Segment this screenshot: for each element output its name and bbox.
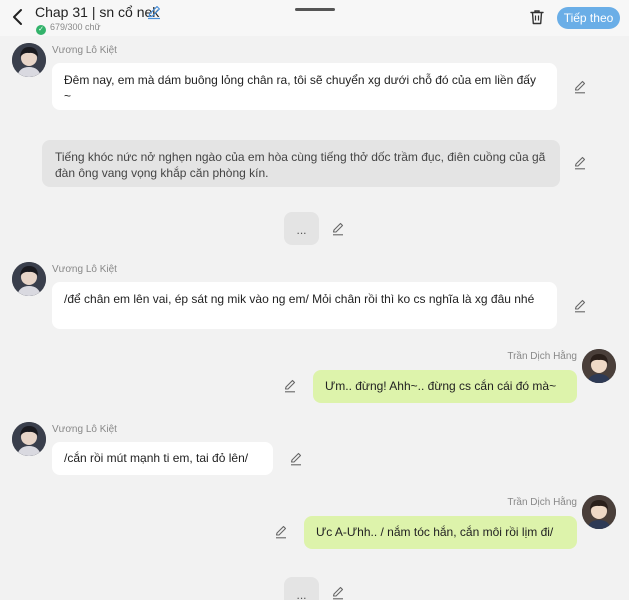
- edit-message-icon[interactable]: [331, 222, 345, 236]
- edit-message-icon[interactable]: [283, 379, 297, 393]
- placeholder-bubble[interactable]: ...: [284, 577, 319, 600]
- edit-title-icon[interactable]: [146, 4, 162, 20]
- avatar-vuong-lo-kiet: [12, 262, 46, 296]
- next-button[interactable]: Tiếp theo: [557, 7, 620, 29]
- word-count: ✓ 679/300 chữ: [36, 22, 101, 35]
- placeholder-bubble[interactable]: ...: [284, 212, 319, 245]
- narration-bubble[interactable]: Tiếng khóc nức nở nghẹn ngào của em hòa …: [42, 140, 560, 187]
- message-bubble[interactable]: /để chân em lên vai, ép sát ng mik vào n…: [52, 282, 557, 329]
- edit-message-icon[interactable]: [573, 80, 587, 94]
- my-message-bubble[interactable]: Ưm.. đừng! Ahh~.. đừng cs cắn cái đó mà~: [313, 370, 577, 403]
- drag-handle[interactable]: [295, 8, 335, 11]
- edit-message-icon[interactable]: [274, 525, 288, 539]
- avatar-tran-dich-hang: [582, 495, 616, 529]
- avatar-tran-dich-hang: [582, 349, 616, 383]
- edit-message-icon[interactable]: [331, 586, 345, 600]
- speaker-name: Vương Lô Kiệt: [52, 264, 117, 275]
- edit-message-icon[interactable]: [289, 452, 303, 466]
- speaker-name: Vương Lô Kiệt: [52, 424, 117, 435]
- avatar-vuong-lo-kiet: [12, 43, 46, 77]
- edit-message-icon[interactable]: [573, 299, 587, 313]
- word-count-text: 679/300 chữ: [50, 22, 101, 32]
- speaker-name: Trần Dịch Hằng: [507, 497, 577, 508]
- back-arrow-icon[interactable]: [8, 6, 28, 28]
- check-icon: ✓: [36, 25, 46, 35]
- trash-icon[interactable]: [528, 8, 546, 26]
- speaker-name: Trần Dịch Hằng: [507, 351, 577, 362]
- chapter-title: Chap 31 | sn cổ nek: [35, 4, 160, 20]
- my-message-bubble[interactable]: Ưc A-Ưhh.. / nắm tóc hắn, cắn môi rồi lị…: [304, 516, 577, 549]
- message-bubble[interactable]: /cắn rồi mút mạnh ti em, tai đỏ lên/: [52, 442, 273, 475]
- edit-message-icon[interactable]: [573, 156, 587, 170]
- avatar-vuong-lo-kiet: [12, 422, 46, 456]
- top-bar: Chap 31 | sn cổ nek ✓ 679/300 chữ Tiếp th…: [0, 0, 629, 36]
- message-bubble[interactable]: Đêm nay, em mà dám buông lỏng chân ra, t…: [52, 63, 557, 110]
- speaker-name: Vương Lô Kiệt: [52, 45, 117, 56]
